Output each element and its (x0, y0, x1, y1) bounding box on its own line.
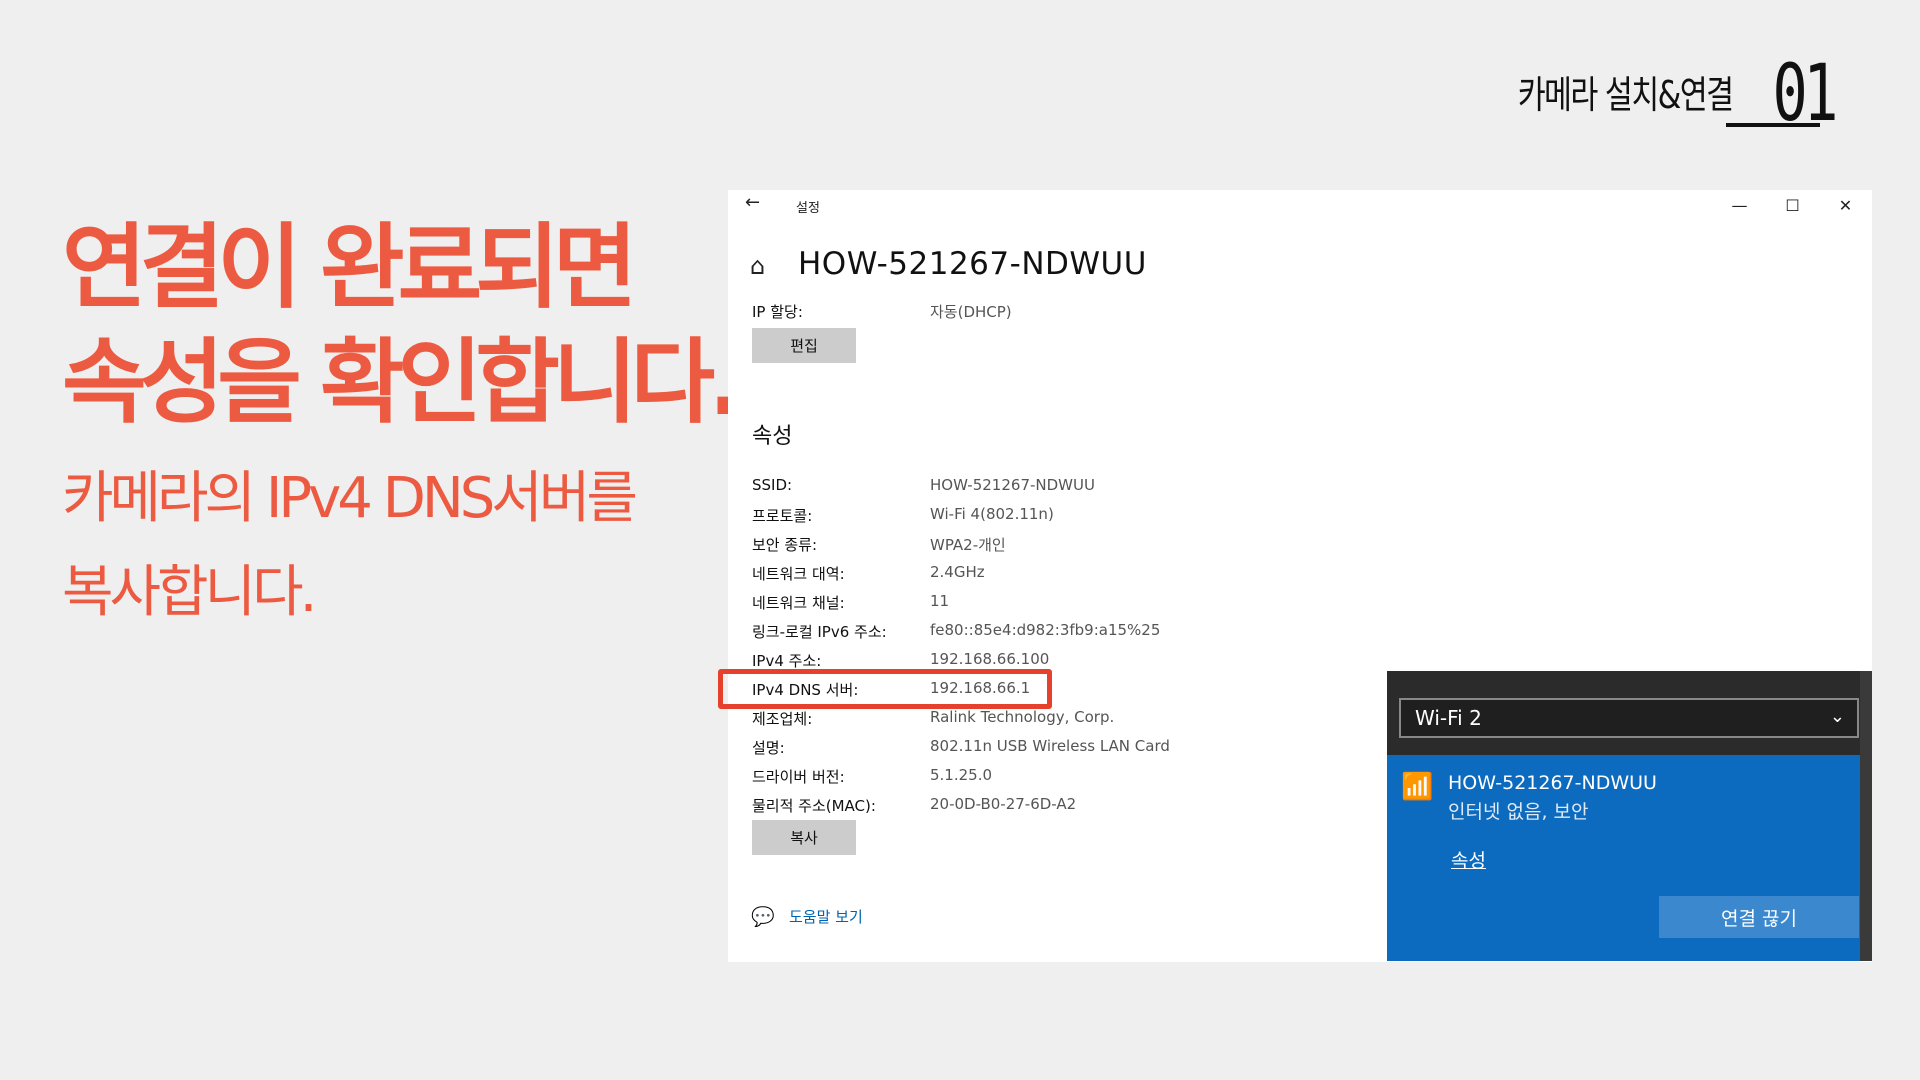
wifi-flyout: Wi-Fi 2 ⌄ 📶 HOW-521267-NDWUU 인터넷 없음, 보안 … (1387, 671, 1872, 961)
subline-line-2: 복사합니다. (62, 560, 317, 625)
connected-network-panel: 📶 HOW-521267-NDWUU 인터넷 없음, 보안 속성 연결 끊기 (1387, 755, 1872, 961)
subline-line-1: 카메라의 IPv4 DNS서버를 (62, 466, 638, 531)
headline: 연결이 완료되면 속성을 확인합니다. (62, 210, 743, 440)
flyout-network-status: 인터넷 없음, 보안 (1448, 801, 1589, 823)
headline-line-1: 연결이 완료되면 (62, 214, 638, 321)
property-label: SSID: (752, 476, 793, 494)
properties-link[interactable]: 속성 (1451, 846, 1486, 873)
property-value: Ralink Technology, Corp. (930, 708, 1115, 726)
property-label: 링크-로컬 IPv6 주소: (752, 623, 887, 641)
disconnect-button[interactable]: 연결 끊기 (1659, 896, 1859, 938)
flyout-scrollbar[interactable] (1860, 671, 1872, 961)
chapter-header: 카메라 설치&연결 01 (1464, 49, 1839, 139)
wifi-signal-icon: 📶 (1401, 772, 1434, 802)
dns-highlight-box (718, 669, 1052, 709)
property-value: 20-0D-B0-27-6D-A2 (930, 795, 1077, 813)
close-button[interactable]: ✕ (1819, 190, 1872, 220)
window-controls: — ☐ ✕ (1713, 190, 1872, 220)
property-value: fe80::85e4:d982:3fb9:a15%25 (930, 621, 1161, 639)
minimize-button[interactable]: — (1713, 190, 1766, 220)
property-label: 설명: (752, 739, 785, 757)
property-value: 2.4GHz (930, 563, 985, 581)
adapter-dropdown-value: Wi-Fi 2 (1415, 706, 1482, 730)
property-value: HOW-521267-NDWUU (930, 476, 1095, 494)
chapter-number: 01 (1772, 49, 1839, 139)
property-label: 제조업체: (752, 710, 813, 728)
adapter-dropdown[interactable]: Wi-Fi 2 ⌄ (1399, 698, 1859, 738)
network-title: HOW-521267-NDWUU (798, 246, 1147, 282)
help-link[interactable]: 도움말 보기 (789, 906, 863, 927)
chevron-down-icon: ⌄ (1829, 706, 1845, 727)
property-label: 보안 종류: (752, 536, 818, 554)
help-chat-icon: 💬 (751, 906, 775, 928)
property-value: 11 (930, 592, 950, 610)
property-label: 네트워크 채널: (752, 594, 845, 612)
copy-button[interactable]: 복사 (752, 820, 856, 855)
property-value: 5.1.25.0 (930, 766, 993, 784)
property-label: 물리적 주소(MAC): (752, 797, 876, 815)
property-label: 프로토콜: (752, 507, 813, 525)
chapter-underline (1726, 123, 1820, 127)
property-value: 802.11n USB Wireless LAN Card (930, 737, 1170, 755)
flyout-network-name: HOW-521267-NDWUU (1448, 772, 1657, 794)
property-label: 네트워크 대역: (752, 565, 845, 583)
window-title: 설정 (796, 201, 820, 216)
property-value: Wi-Fi 4(802.11n) (930, 505, 1054, 523)
property-value: 192.168.66.100 (930, 650, 1050, 668)
title-bar: ← 설정 — ☐ ✕ (728, 190, 1872, 220)
maximize-button[interactable]: ☐ (1766, 190, 1819, 220)
property-value: WPA2-개인 (930, 536, 1006, 554)
edit-button[interactable]: 편집 (752, 328, 856, 363)
headline-line-2: 속성을 확인합니다. (62, 329, 743, 436)
ip-assignment-value: 자동(DHCP) (930, 303, 1012, 321)
subline: 카메라의 IPv4 DNS서버를 복사합니다. (62, 452, 638, 640)
property-label: 드라이버 버전: (752, 768, 845, 786)
back-arrow-icon[interactable]: ← (745, 192, 760, 213)
property-label: IPv4 주소: (752, 652, 822, 670)
ip-assignment-label: IP 할당: (752, 303, 803, 321)
home-icon: ⌂ (750, 252, 766, 280)
properties-section-title: 속성 (752, 424, 793, 449)
chapter-title: 카메라 설치&연결 (1517, 73, 1733, 117)
